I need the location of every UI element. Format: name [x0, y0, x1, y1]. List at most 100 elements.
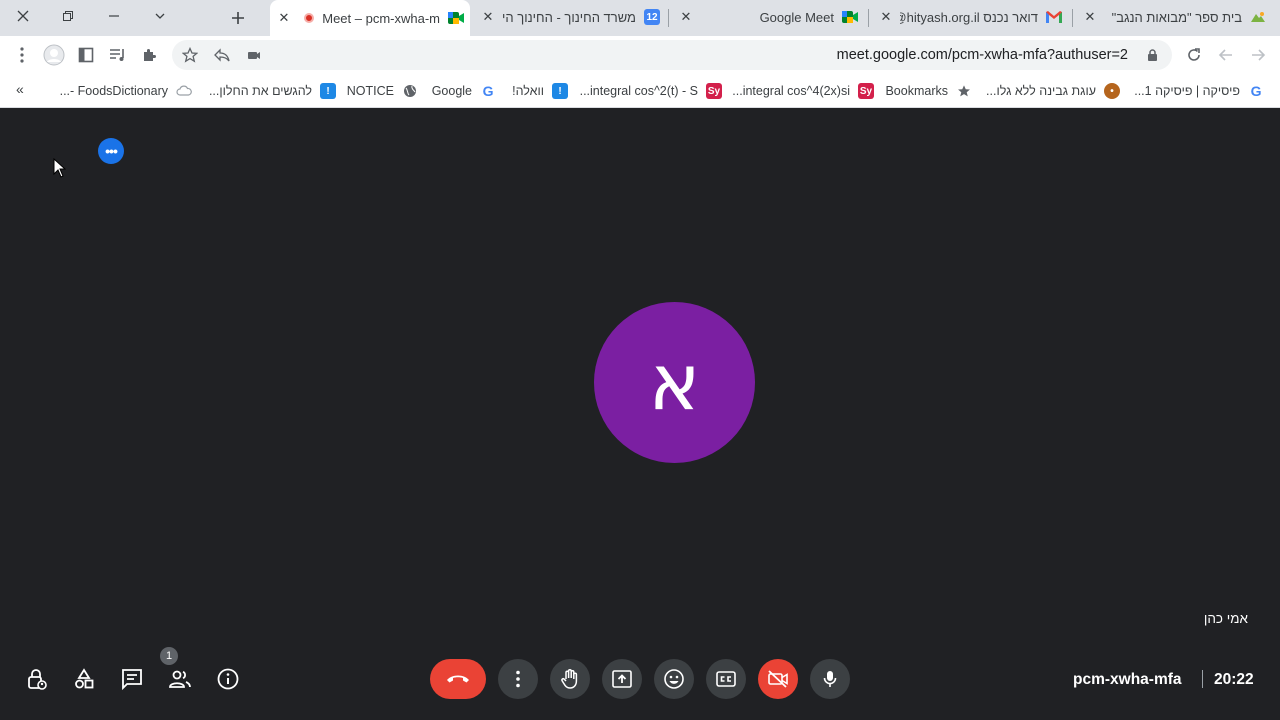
lock-icon	[1148, 49, 1157, 61]
meet-stage: ••• א אמי כהן 1 pcm-xwha-mfa 20:22	[0, 109, 1280, 720]
bookmark-item[interactable]: Bookmarks	[885, 82, 972, 100]
emoji-icon	[664, 669, 684, 689]
bookmark-item[interactable]: Sy integral cos^2(t) - S...	[580, 82, 722, 100]
share-button[interactable]	[208, 41, 236, 69]
reactions-button[interactable]	[654, 659, 694, 699]
bookmark-item[interactable]: NOTICE	[347, 82, 418, 100]
tab-close-button[interactable]: ✕	[276, 10, 292, 26]
more-options-button[interactable]	[498, 659, 538, 699]
bookmark-label: Google	[431, 84, 472, 98]
bookmark-star-button[interactable]	[176, 41, 204, 69]
present-screen-button[interactable]	[602, 659, 642, 699]
tab-title: בית ספר "מבואות הנגב"	[1111, 9, 1242, 25]
tab-education-ministry[interactable]: 12 משרד החינוך - החינוך הי ✕	[474, 2, 666, 32]
kebab-menu-icon	[20, 47, 24, 63]
leave-call-button[interactable]	[430, 659, 486, 699]
people-icon	[169, 670, 191, 688]
camera-off-icon	[768, 670, 788, 688]
shapes-icon	[75, 668, 94, 689]
minimize-icon	[109, 15, 119, 17]
tab-close-button[interactable]: ✕	[678, 9, 694, 25]
media-control-button[interactable]	[104, 41, 132, 69]
media-queue-icon	[110, 49, 124, 61]
participants-count-badge: 1	[160, 647, 178, 665]
minimize-window-button[interactable]	[91, 0, 137, 32]
hand-icon	[561, 669, 578, 689]
bookmark-item[interactable]: ! להגשים את החלון...	[209, 82, 336, 100]
back-button[interactable]	[1212, 41, 1240, 69]
google-icon: G	[482, 83, 494, 99]
more-options-bubble[interactable]: •••	[98, 138, 124, 164]
participant-name: אמי כהן	[1203, 611, 1248, 626]
tab-search-button[interactable]	[137, 0, 183, 32]
tab-separator	[868, 9, 869, 27]
google-meet-icon	[448, 10, 464, 26]
lock-person-icon	[28, 669, 47, 690]
bookmark-label: FoodsDictionary -...	[59, 84, 168, 98]
reload-button[interactable]	[1180, 41, 1208, 69]
tab-close-button[interactable]: ✕	[1082, 9, 1098, 25]
chat-button[interactable]	[118, 665, 146, 693]
bookmark-item[interactable]: FoodsDictionary -...	[60, 82, 192, 100]
tab-meet-active[interactable]: Meet – pcm-xwha-m ✕	[270, 0, 470, 36]
plus-icon	[232, 12, 244, 24]
people-button[interactable]	[166, 665, 194, 693]
bookmark-item[interactable]: G Google	[432, 82, 496, 100]
microphone-button[interactable]	[810, 659, 850, 699]
reload-icon	[1188, 48, 1200, 61]
close-icon	[17, 10, 29, 22]
tab-gmail[interactable]: דואר נכנס hityash.org.il@ ✕	[872, 2, 1068, 32]
bookmark-item[interactable]: ! וואלה!	[512, 82, 568, 100]
extensions-button[interactable]	[136, 41, 164, 69]
tab-separator	[1072, 9, 1073, 27]
bookmark-item[interactable]: • עוגת גבינה ללא גלו...	[986, 82, 1120, 100]
walla-icon: !	[320, 83, 336, 99]
meeting-code: pcm-xwha-mfa	[1073, 671, 1182, 688]
gmail-icon	[1046, 9, 1062, 25]
captions-button[interactable]	[706, 659, 746, 699]
bookmark-label: integral cos^4(2x)si...	[732, 84, 850, 98]
participant-avatar: א	[594, 302, 755, 463]
tab-title: Google Meet	[759, 9, 834, 25]
bookmark-label: להגשים את החלון...	[208, 84, 312, 98]
bookmark-item[interactable]: G פיסיקה | פיסיקה 1...	[1134, 82, 1264, 100]
tab-title: דואר נכנס hityash.org.il@	[900, 9, 1038, 25]
close-window-button[interactable]	[0, 0, 46, 32]
raise-hand-button[interactable]	[550, 659, 590, 699]
bookmark-label: Bookmarks	[885, 84, 948, 98]
chevron-down-icon	[155, 13, 165, 19]
new-tab-button[interactable]	[224, 4, 252, 32]
recipe-icon: •	[1104, 83, 1120, 99]
tab-close-button[interactable]: ✕	[480, 9, 496, 25]
bookmark-label: וואלה!	[512, 84, 544, 98]
address-bar[interactable]: meet.google.com/pcm-xwha-mfa?authuser=2	[172, 40, 1172, 70]
host-controls-button[interactable]	[22, 665, 50, 693]
globe-icon	[402, 83, 418, 99]
bookmark-item[interactable]: Sy integral cos^4(2x)si...	[732, 82, 874, 100]
tab-title: Meet – pcm-xwha-m	[322, 10, 440, 26]
restore-window-button[interactable]	[45, 0, 91, 32]
tab-title: משרד החינוך - החינוך הי	[502, 9, 636, 25]
camera-in-use-button[interactable]	[240, 41, 268, 69]
side-panel-icon	[78, 47, 94, 63]
profile-button[interactable]	[40, 41, 68, 69]
tab-google-meet[interactable]: Google Meet ✕	[672, 2, 864, 32]
browser-menu-button[interactable]	[8, 41, 36, 69]
bookmarks-overflow-button[interactable]: «	[16, 81, 24, 97]
arrow-right-icon	[1252, 49, 1266, 61]
meeting-details-button[interactable]	[214, 665, 242, 693]
share-icon	[214, 48, 230, 62]
tab-strip: Meet – pcm-xwha-m ✕ 12 משרד החינוך - החי…	[0, 0, 1280, 36]
avatar-icon	[43, 44, 65, 66]
tab-close-button[interactable]: ✕	[878, 9, 894, 25]
camera-off-button[interactable]	[758, 659, 798, 699]
activities-button[interactable]	[70, 665, 98, 693]
star-outline-icon	[182, 47, 198, 63]
side-panel-button[interactable]	[72, 41, 100, 69]
kebab-menu-icon	[516, 670, 520, 688]
forward-button[interactable]	[1244, 41, 1272, 69]
google-meet-icon	[842, 9, 858, 25]
tab-school[interactable]: בית ספר "מבואות הנגב" ✕	[1076, 2, 1272, 32]
arrow-left-icon	[1218, 49, 1232, 61]
avatar-letter: א	[648, 337, 701, 428]
